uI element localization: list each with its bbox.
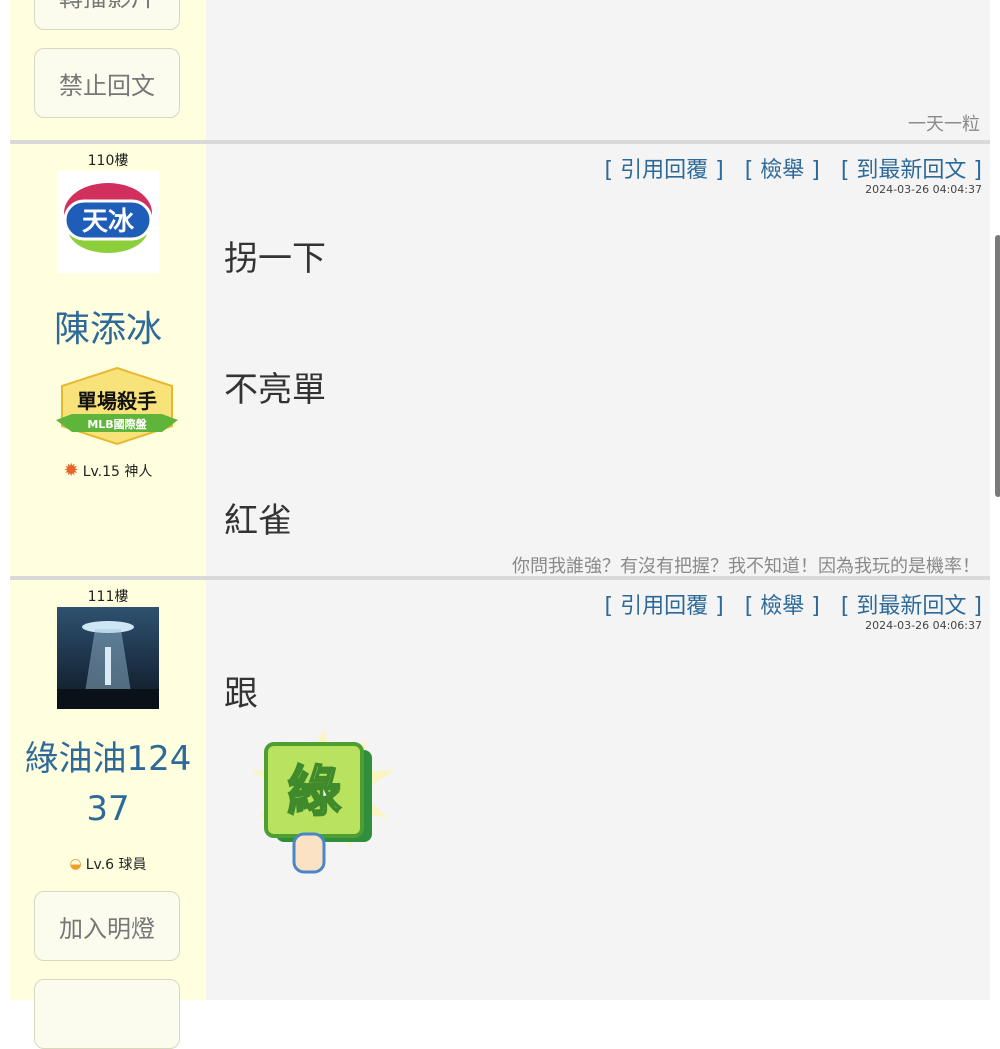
post-text-line: 不亮單 [224, 370, 326, 410]
post-actions: [ 引用回覆 ] [ 檢舉 ] [ 到最新回文 ] [605, 152, 982, 184]
signature: 一天一粒 [908, 114, 980, 135]
post-sidebar: 111樓 綠油油124 37 ◒ Lv.6 球員 加入明燈 [10, 580, 206, 1049]
sticker-text: 綠 [287, 760, 341, 823]
green-sticker-image: 綠 [248, 730, 398, 875]
sun-icon: ✹ [63, 460, 79, 481]
post-timestamp: 2024-03-26 04:04:37 [865, 183, 982, 196]
floor-number: 111樓 [87, 589, 129, 605]
quote-reply-link[interactable]: [ 引用回覆 ] [605, 158, 724, 183]
quote-reply-link[interactable]: [ 引用回覆 ] [605, 594, 724, 619]
post-content: 一天一粒 [206, 0, 990, 140]
baseball-icon: ◒ [69, 856, 82, 872]
report-link[interactable]: [ 檢舉 ] [745, 594, 820, 619]
user-level: ◒ Lv.6 球員 [69, 856, 147, 873]
post-content: [ 引用回覆 ] [ 檢舉 ] [ 到最新回文 ] 2024-03-26 04:… [206, 580, 990, 1000]
scrollbar[interactable] [995, 235, 1000, 497]
post-sidebar: 110樓 天冰 陳添冰 單場殺手 MLB國際盤 ✹ Lv.15 神人 [10, 144, 206, 576]
post-text-line: 拐一下 [224, 239, 326, 279]
username[interactable]: 綠油油124 37 [10, 734, 206, 834]
report-link[interactable]: [ 檢舉 ] [745, 158, 820, 183]
add-favorite-button[interactable]: 加入明燈 [34, 891, 180, 961]
post-actions: [ 引用回覆 ] [ 檢舉 ] [ 到最新回文 ] [605, 588, 982, 620]
badge-title: 單場殺手 [77, 389, 157, 413]
post-content: [ 引用回覆 ] [ 檢舉 ] [ 到最新回文 ] 2024-03-26 04:… [206, 144, 990, 577]
block-reply-button[interactable]: 禁止回文 [34, 48, 180, 118]
post-previous: 轉播影片 禁止回文 一天一粒 [10, 0, 990, 140]
floor-number: 110樓 [87, 153, 129, 169]
thread-page: 轉播影片 禁止回文 一天一粒 110樓 天冰 陳添冰 [10, 0, 1000, 1049]
post-text-line: 跟 [224, 674, 258, 714]
user-level: ✹ Lv.15 神人 [63, 460, 153, 481]
signature: 你問我誰強？有沒有把握？我不知道！因為我玩的是機率！ [512, 556, 980, 577]
post-timestamp: 2024-03-26 04:06:37 [865, 619, 982, 632]
latest-reply-link[interactable]: [ 到最新回文 ] [841, 158, 982, 183]
sidebar-button[interactable] [34, 979, 180, 1049]
broadcast-video-button[interactable]: 轉播影片 [34, 0, 180, 30]
badge-subtitle: MLB國際盤 [87, 417, 147, 431]
post-111: 111樓 綠油油124 37 ◒ Lv.6 球員 加入明燈 [引用回覆] [… [10, 580, 990, 1049]
avatar[interactable]: 天冰 [57, 171, 159, 273]
post-110: 110樓 天冰 陳添冰 單場殺手 MLB國際盤 ✹ Lv.15 神人 [引用回… [10, 144, 990, 577]
avatar[interactable] [57, 607, 159, 709]
username[interactable]: 陳添冰 [10, 300, 206, 352]
avatar-text: 天冰 [82, 207, 135, 237]
latest-reply-link[interactable]: [ 到最新回文 ] [841, 594, 982, 619]
badge-icon: 單場殺手 MLB國際盤 [54, 366, 180, 446]
post-sidebar: 轉播影片 禁止回文 [10, 0, 206, 140]
post-text-line: 紅雀 [224, 501, 292, 541]
